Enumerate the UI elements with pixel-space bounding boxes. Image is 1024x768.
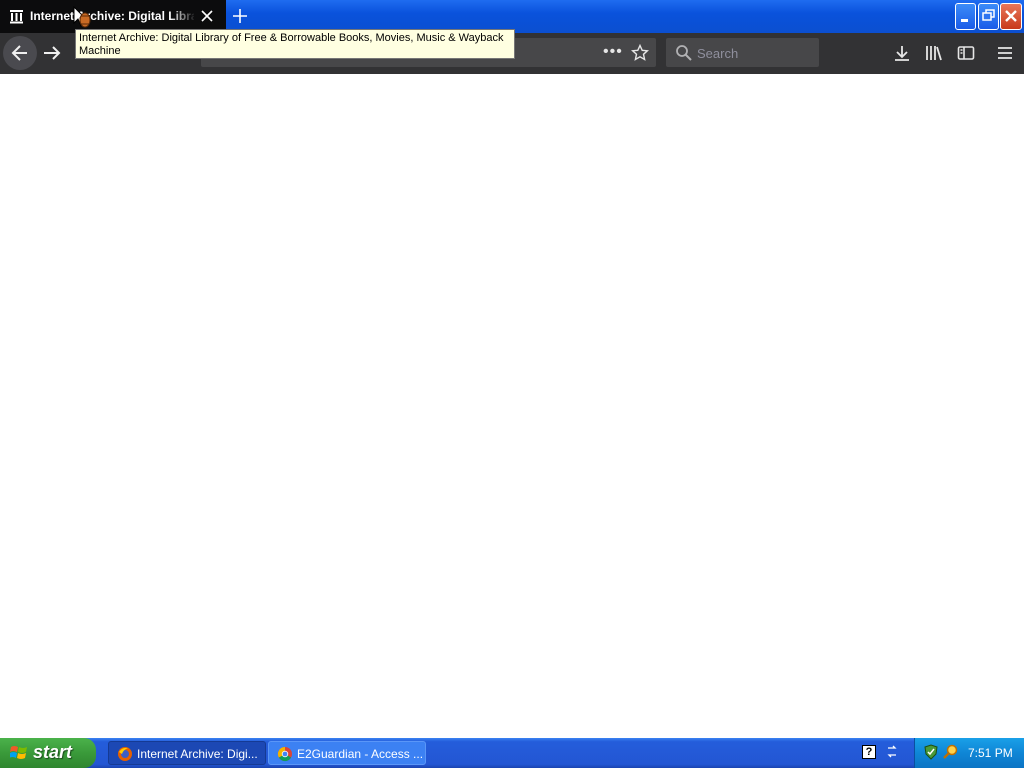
firefox-icon	[118, 747, 132, 761]
magnifier-tray-icon[interactable]	[943, 744, 959, 760]
shield-network-icon[interactable]	[923, 744, 939, 760]
busy-cursor-icon	[73, 6, 91, 28]
forward-arrow-icon[interactable]	[41, 42, 63, 64]
new-tab-icon[interactable]	[231, 7, 249, 25]
help-icon[interactable]: ?	[862, 745, 876, 759]
taskbar-item-chrome[interactable]: E2Guardian - Access ...	[268, 741, 426, 765]
search-icon	[676, 45, 692, 61]
system-tray: 7:51 PM	[914, 738, 1024, 768]
page-content[interactable]	[0, 74, 1024, 738]
restore-icon	[982, 9, 995, 21]
start-label: start	[33, 742, 73, 762]
minimize-button[interactable]	[955, 3, 976, 30]
start-button[interactable]: start	[0, 738, 96, 768]
taskbar-item-label: Internet Archive: Digi...	[137, 747, 258, 761]
sidebar-icon[interactable]	[957, 44, 975, 62]
windows-logo-icon	[10, 746, 27, 759]
network-arrows-icon[interactable]	[885, 743, 899, 761]
page-actions-icon[interactable]: •••	[603, 44, 623, 60]
clock: 7:51 PM	[968, 746, 1013, 760]
back-arrow-icon	[11, 45, 27, 61]
close-icon	[1005, 10, 1017, 22]
download-icon[interactable]	[893, 44, 911, 62]
restore-button[interactable]	[978, 3, 999, 30]
taskbar-item-firefox[interactable]: Internet Archive: Digi...	[108, 741, 266, 765]
library-icon[interactable]	[925, 44, 943, 62]
archive-building-icon	[10, 10, 23, 24]
tab-tooltip: Internet Archive: Digital Library of Fre…	[75, 29, 515, 59]
bookmark-star-icon[interactable]	[631, 44, 649, 62]
taskbar-item-label: E2Guardian - Access ...	[297, 747, 423, 761]
close-tab-icon[interactable]	[199, 8, 215, 24]
search-placeholder: Search	[697, 46, 739, 61]
hamburger-menu-icon[interactable]	[996, 44, 1014, 62]
minimize-icon	[961, 19, 968, 22]
close-window-button[interactable]	[1000, 3, 1022, 30]
chrome-icon	[277, 746, 292, 762]
search-input[interactable]: Search	[666, 38, 819, 67]
back-button[interactable]	[3, 36, 37, 70]
